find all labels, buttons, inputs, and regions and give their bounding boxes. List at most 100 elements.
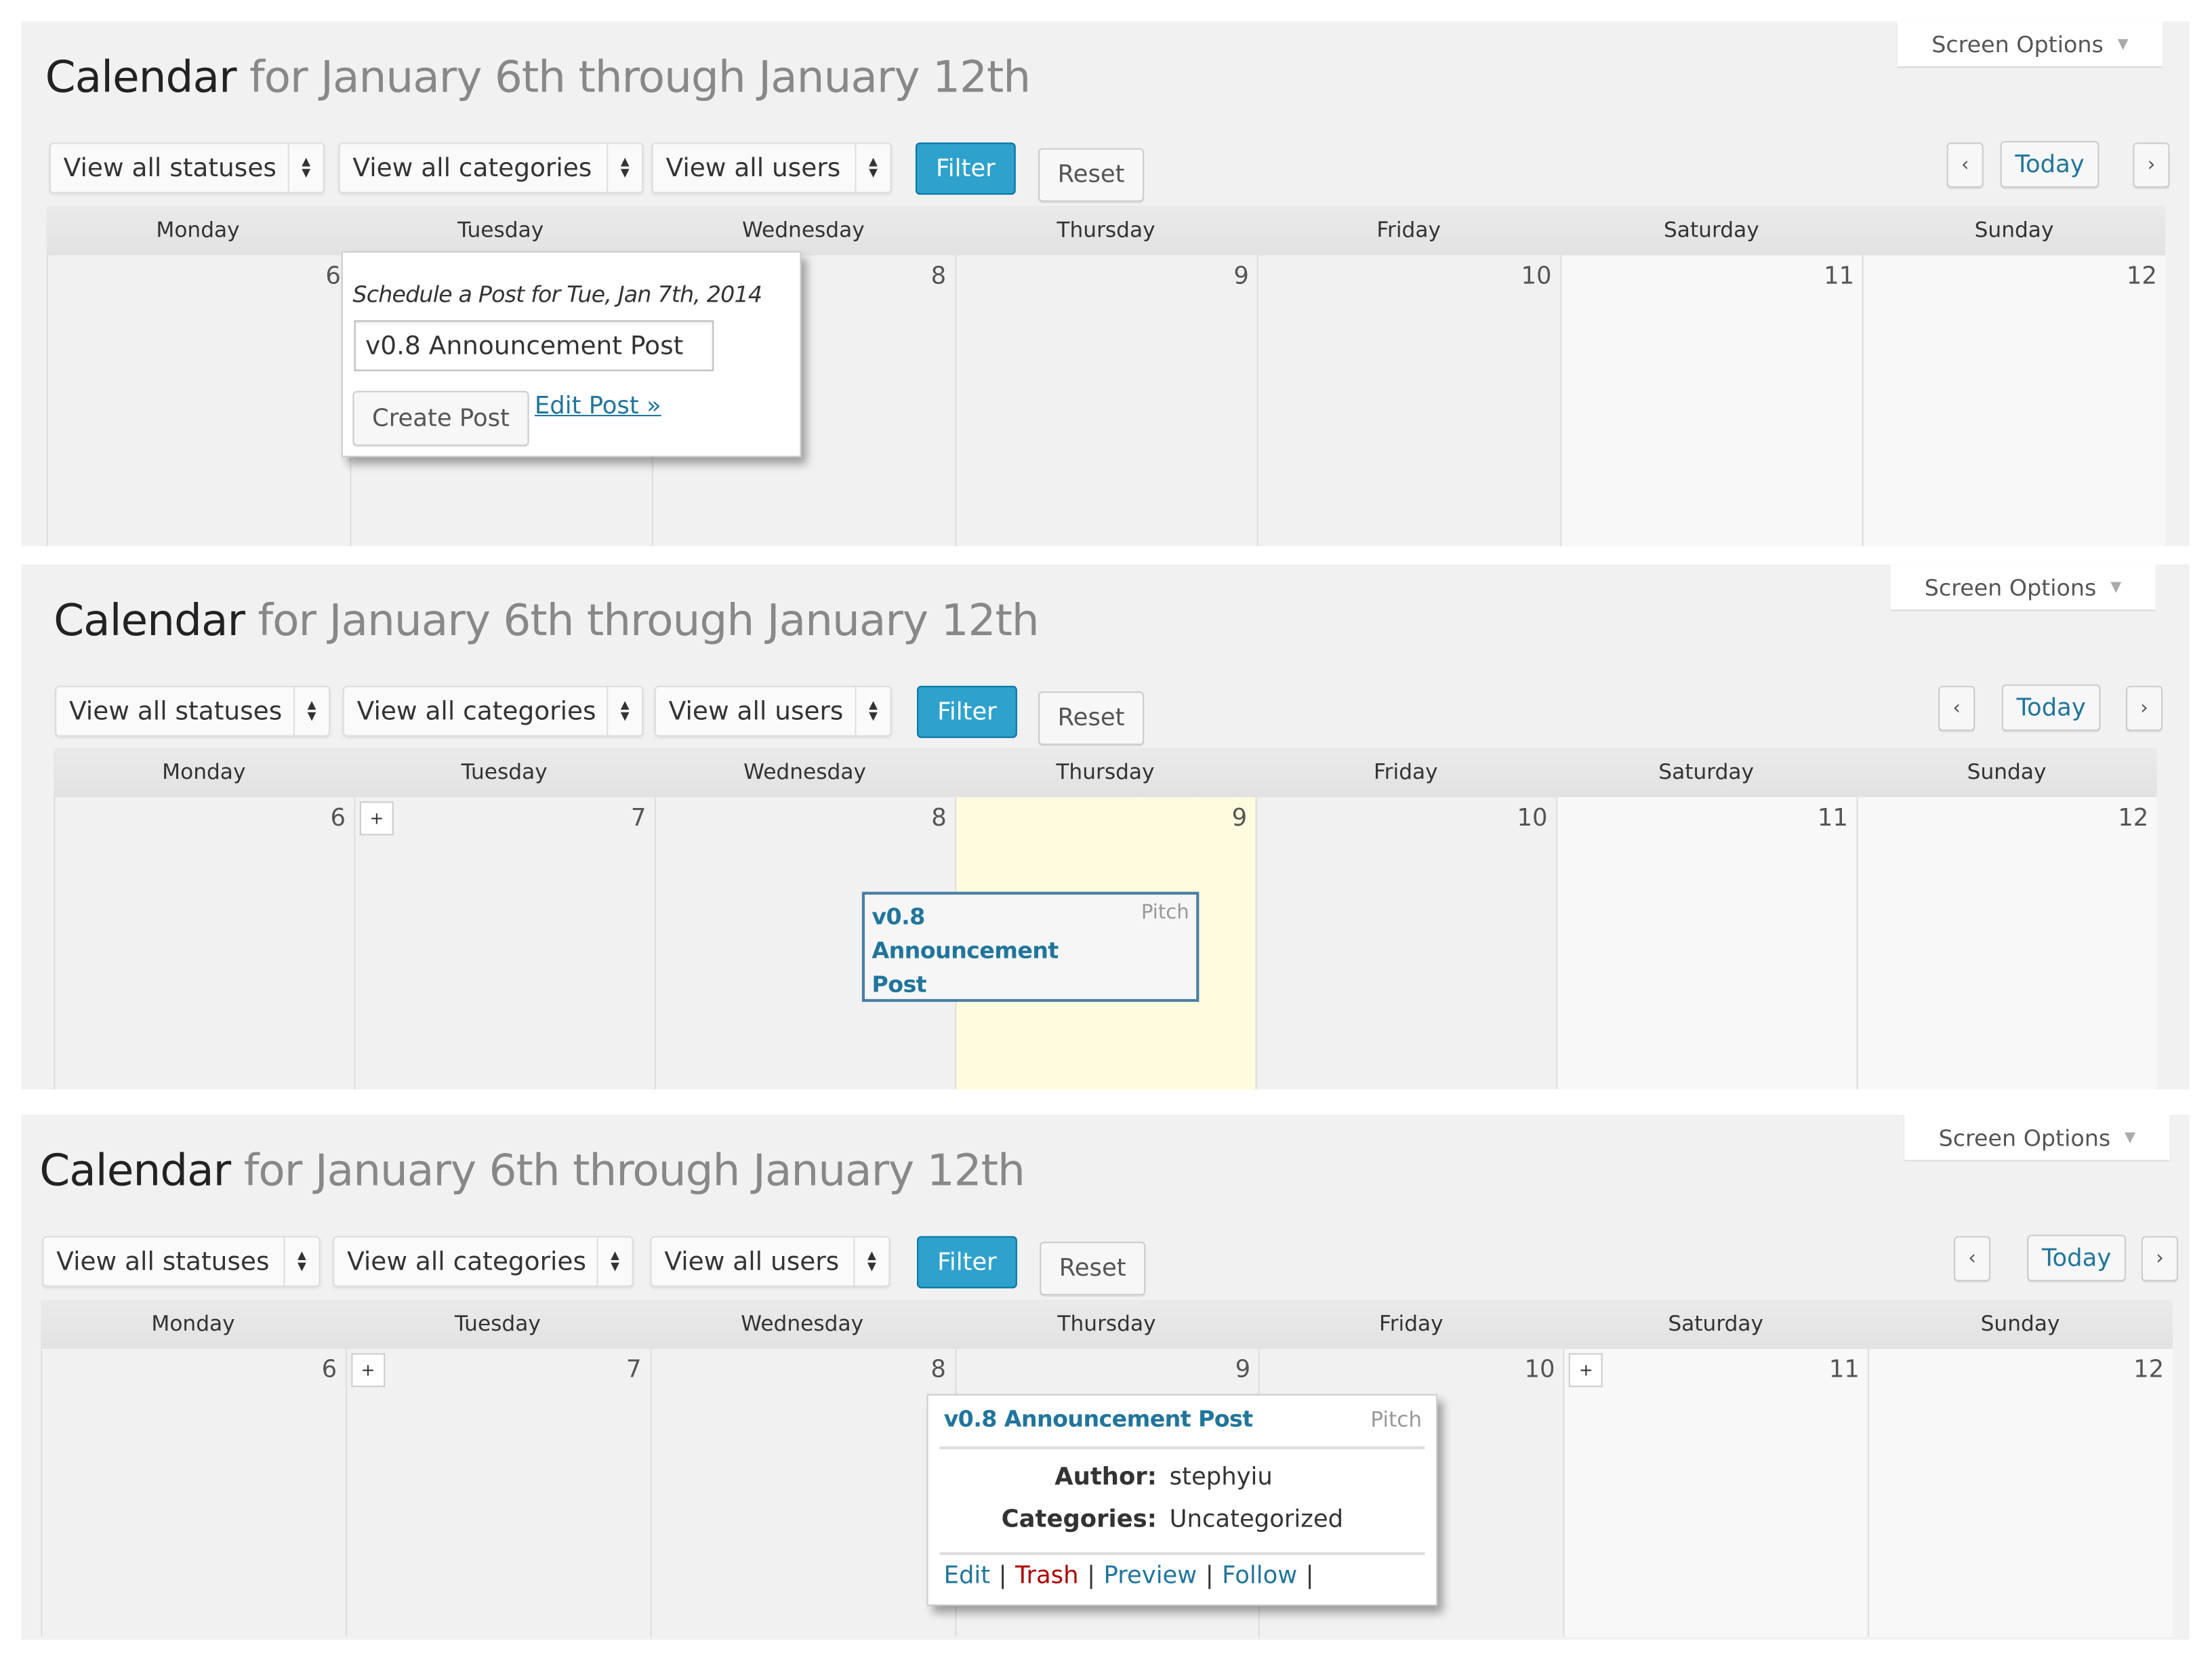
day-number: 10 <box>1521 262 1552 291</box>
divider <box>939 1446 1425 1449</box>
action-edit-link[interactable]: Edit <box>944 1562 991 1590</box>
event-title[interactable]: v0.8 Announcement Post <box>872 900 1059 1002</box>
up-down-arrows-icon: ▲ ▼ <box>283 1237 319 1286</box>
today-button[interactable]: Today <box>2000 141 2100 188</box>
filter-button[interactable]: Filter <box>917 685 1017 738</box>
weekday-header-thursday: Thursday <box>1057 217 1155 243</box>
weekday-header-saturday: Saturday <box>1663 217 1759 243</box>
next-week-button[interactable]: › <box>2141 1236 2178 1282</box>
title-main: Calendar <box>39 1146 231 1197</box>
schedule-post-popup: Schedule a Post for Tue, Jan 7th, 2014 Cr… <box>341 251 802 458</box>
weekday-header-wednesday: Wednesday <box>743 759 866 785</box>
day-cell-sunday[interactable]: 12 <box>1862 255 2166 546</box>
day-number: 12 <box>2126 262 2157 291</box>
next-week-button[interactable]: › <box>2125 685 2163 731</box>
today-button[interactable]: Today <box>2001 684 2101 731</box>
filter-button[interactable]: Filter <box>915 142 1016 195</box>
action-separator: | <box>1305 1562 1314 1591</box>
day-cell-thursday[interactable]: 9 <box>954 255 1258 546</box>
day-cell-sunday[interactable]: 12 <box>1856 797 2157 1090</box>
day-number: 12 <box>2133 1356 2165 1385</box>
action-trash-link[interactable]: Trash <box>1015 1562 1079 1590</box>
day-number: 12 <box>2118 804 2149 833</box>
up-down-arrows-icon: ▲ ▼ <box>607 144 642 193</box>
plus-icon[interactable]: + <box>1569 1353 1603 1388</box>
category-filter-select[interactable]: View all categories ▲ ▼ <box>342 685 644 737</box>
page-title: Calendar for January 6th through January… <box>39 1146 1025 1196</box>
category-filter-select[interactable]: View all categories ▲ ▼ <box>338 142 644 194</box>
categories-label: Categories: <box>1001 1505 1157 1534</box>
status-filter-select[interactable]: View all statuses ▲ ▼ <box>55 685 331 737</box>
prev-week-button[interactable]: ‹ <box>1938 685 1975 731</box>
day-number: 6 <box>325 262 341 291</box>
edit-post-link[interactable]: Edit Post » <box>535 392 661 421</box>
prev-week-button[interactable]: ‹ <box>1946 142 1984 188</box>
calendar-panel: Calendar for January 6th through January… <box>21 1114 2190 1640</box>
screen-options-button[interactable]: Screen Options ▼ <box>1890 564 2156 610</box>
day-cell-tuesday[interactable]: 7 + <box>354 797 655 1090</box>
day-cell-saturday[interactable]: 11 <box>1556 797 1857 1090</box>
user-filter-select[interactable]: View all users ▲ ▼ <box>654 685 892 737</box>
action-preview-link[interactable]: Preview <box>1103 1562 1197 1590</box>
day-cell-monday[interactable]: 6 <box>41 1349 346 1637</box>
action-separator: | <box>1087 1562 1096 1591</box>
day-cell-saturday[interactable]: 11 + <box>1563 1349 1868 1637</box>
today-button[interactable]: Today <box>2027 1234 2126 1282</box>
select-value: View all statuses <box>56 1247 270 1276</box>
day-number: 6 <box>330 804 346 833</box>
weekday-header-thursday: Thursday <box>1057 1310 1156 1337</box>
day-cell-monday[interactable]: 6 <box>46 255 350 546</box>
screen-options-button[interactable]: Screen Options ▼ <box>1904 1114 2170 1160</box>
weekday-header-sunday: Sunday <box>1980 1310 2060 1337</box>
event-card[interactable]: v0.8 Announcement Post Pitch <box>861 891 1200 1003</box>
day-number: 11 <box>1817 804 1848 833</box>
event-status: Pitch <box>1141 902 1189 925</box>
post-title-input[interactable] <box>354 320 714 371</box>
weekday-header-row: Monday Tuesday Wednesday Thursday Friday Satu… <box>54 748 2157 798</box>
author-label: Author: <box>1054 1463 1157 1492</box>
create-post-button[interactable]: Create Post <box>352 390 529 446</box>
user-filter-select[interactable]: View all users ▲ ▼ <box>650 1236 890 1287</box>
day-cell-sunday[interactable]: 12 <box>1868 1349 2173 1637</box>
day-cell-tuesday[interactable]: 7 + <box>345 1349 651 1637</box>
stage: Calendar for January 6th through January… <box>0 0 2212 1658</box>
calendar-panel: Calendar for January 6th through January… <box>21 21 2190 546</box>
weekday-header-saturday: Saturday <box>1668 1310 1764 1337</box>
weekday-header-monday: Monday <box>156 217 240 243</box>
day-cell-wednesday[interactable]: 8 <box>650 1349 955 1637</box>
up-down-arrows-icon: ▲ ▼ <box>855 687 890 735</box>
reset-button[interactable]: Reset <box>1038 691 1145 746</box>
plus-icon[interactable]: + <box>351 1353 385 1388</box>
day-cell-friday[interactable]: 10 <box>1257 255 1561 546</box>
screen-options-label: Screen Options <box>1938 1124 2111 1151</box>
prev-week-button[interactable]: ‹ <box>1954 1236 1991 1282</box>
page-title: Calendar for January 6th through January… <box>45 52 1031 103</box>
weekday-header-sunday: Sunday <box>1967 759 2047 785</box>
day-cell-monday[interactable]: 6 <box>54 797 354 1090</box>
day-number: 9 <box>1233 262 1249 291</box>
user-filter-select[interactable]: View all users ▲ ▼ <box>651 142 892 194</box>
next-week-button[interactable]: › <box>2133 142 2170 188</box>
weekday-header-tuesday: Tuesday <box>454 1310 541 1337</box>
day-cell-saturday[interactable]: 11 <box>1560 255 1863 546</box>
day-number: 7 <box>626 1356 642 1385</box>
day-number: 8 <box>930 262 947 291</box>
filter-button[interactable]: Filter <box>917 1236 1017 1289</box>
category-filter-select[interactable]: View all categories ▲ ▼ <box>333 1236 634 1287</box>
divider <box>939 1552 1425 1556</box>
post-status: Pitch <box>1370 1407 1422 1432</box>
day-cell-friday[interactable]: 10 <box>1255 797 1557 1090</box>
action-follow-link[interactable]: Follow <box>1222 1562 1297 1590</box>
status-filter-select[interactable]: View all statuses ▲ ▼ <box>42 1236 321 1287</box>
post-title-link[interactable]: v0.8 Announcement Post <box>944 1405 1254 1432</box>
screen-options-button[interactable]: Screen Options ▼ <box>1897 21 2163 66</box>
title-main: Calendar <box>54 595 245 647</box>
plus-icon[interactable]: + <box>359 801 394 836</box>
reset-button[interactable]: Reset <box>1038 148 1145 202</box>
status-filter-select[interactable]: View all statuses ▲ ▼ <box>49 142 325 194</box>
day-number: 7 <box>630 804 647 833</box>
select-value: View all categories <box>347 1247 587 1276</box>
up-down-arrows-icon: ▲ ▼ <box>596 1237 632 1286</box>
reset-button[interactable]: Reset <box>1040 1241 1146 1296</box>
weekday-header-row: Monday Tuesday Wednesday Thursday Friday Satu… <box>46 205 2166 256</box>
